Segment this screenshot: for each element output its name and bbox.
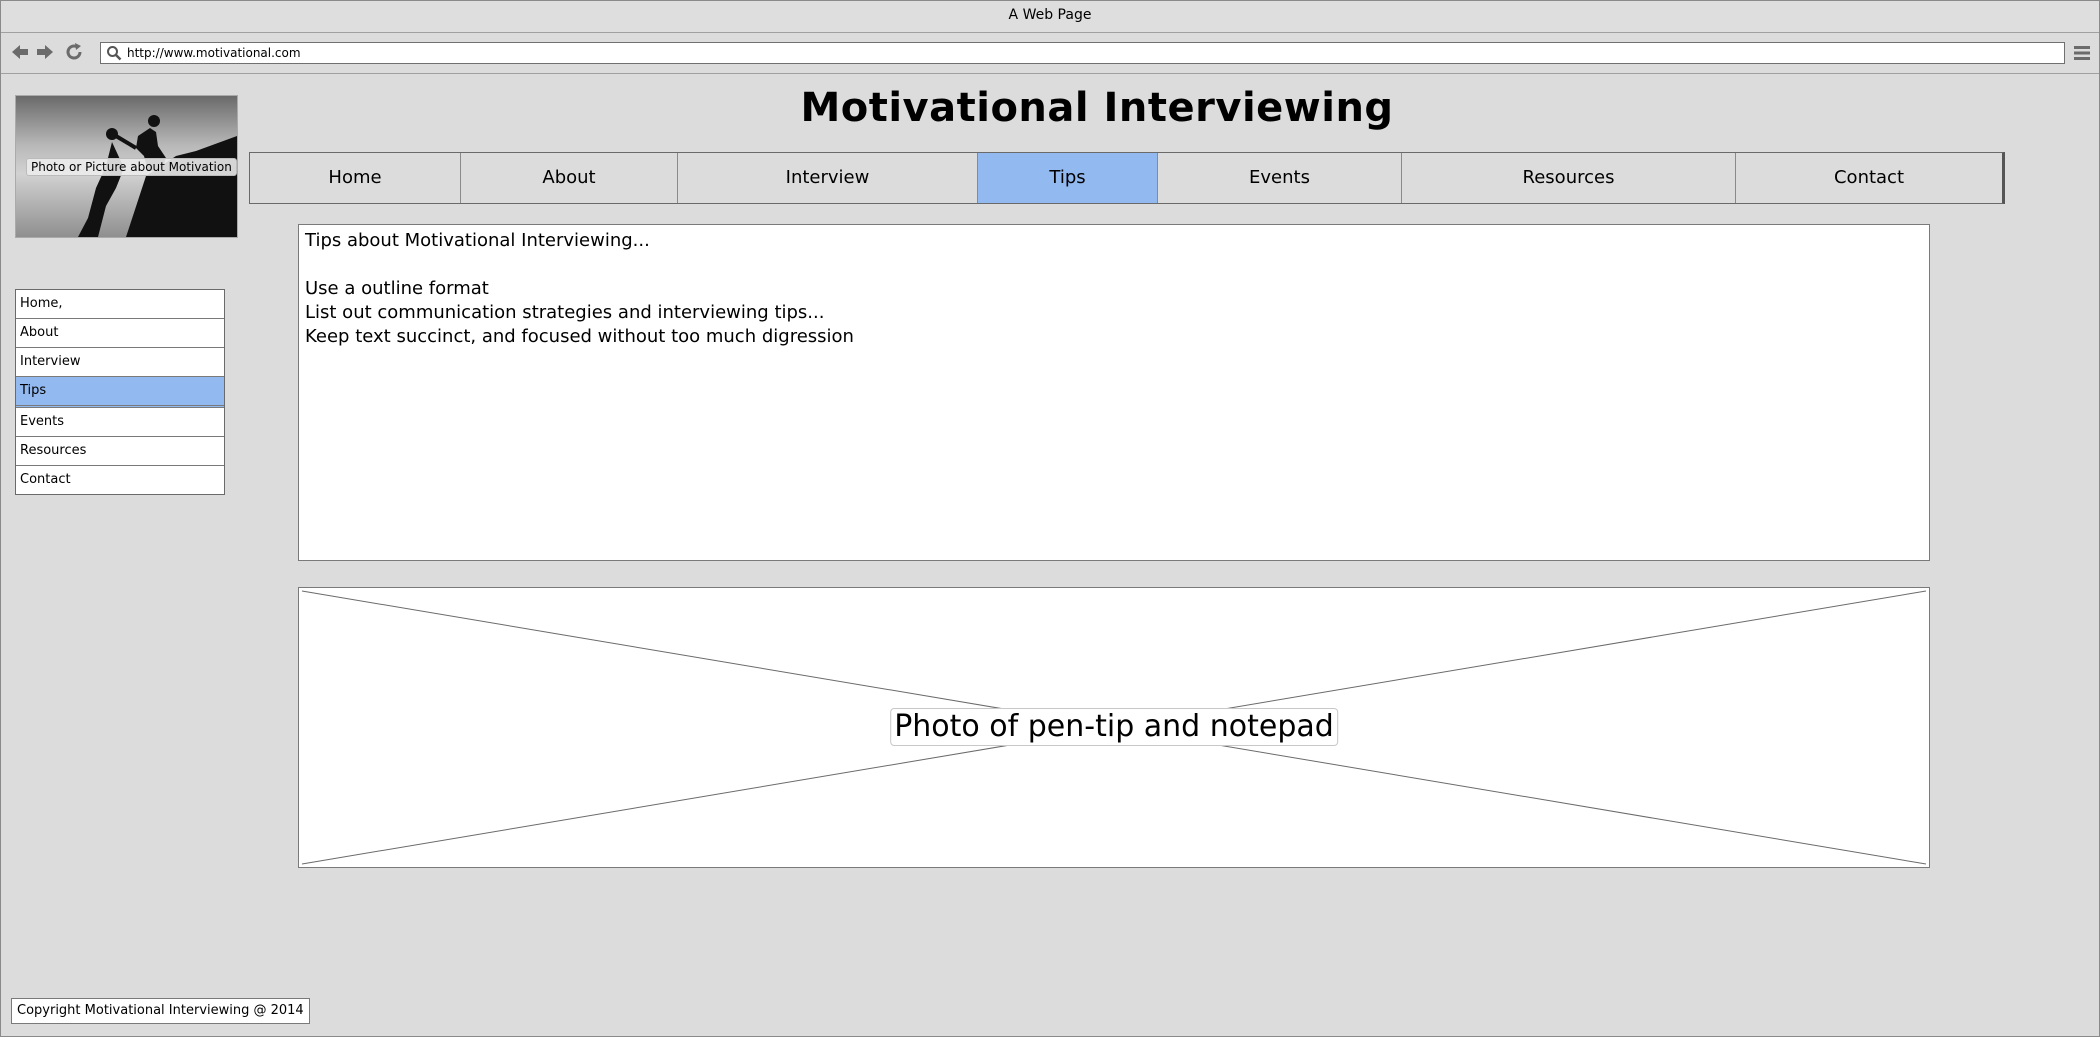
tab-resources[interactable]: Resources xyxy=(1402,153,1736,203)
browser-window: A Web Page http://www.motivational.com P… xyxy=(0,0,2100,1037)
browser-toolbar: http://www.motivational.com xyxy=(1,33,2099,74)
image-placeholder: Photo of pen-tip and notepad xyxy=(298,587,1930,868)
image-placeholder-caption: Photo of pen-tip and notepad xyxy=(890,708,1338,746)
tab-home[interactable]: Home xyxy=(250,153,461,203)
window-title: A Web Page xyxy=(1008,7,1092,23)
content-line: List out communication strategies and in… xyxy=(305,302,825,323)
sidebar-item-about[interactable]: About xyxy=(16,319,224,348)
tab-interview[interactable]: Interview xyxy=(678,153,978,203)
logo-image: Photo or Picture about Motivation xyxy=(15,95,238,238)
hamburger-menu-icon[interactable] xyxy=(2073,44,2091,62)
forward-arrow-icon[interactable] xyxy=(34,41,56,63)
top-navigation: Home About Interview Tips Events Resourc… xyxy=(249,152,2005,204)
content-heading: Tips about Motivational Interviewing... xyxy=(305,230,650,251)
tab-about[interactable]: About xyxy=(461,153,678,203)
logo-caption: Photo or Picture about Motivation xyxy=(26,158,237,176)
search-icon xyxy=(107,46,122,61)
sidebar-item-interview[interactable]: Interview xyxy=(16,348,224,377)
reload-icon[interactable] xyxy=(63,41,85,63)
content-line: Keep text succinct, and focused without … xyxy=(305,326,854,347)
sidebar-item-events[interactable]: Events xyxy=(16,408,224,437)
tab-events[interactable]: Events xyxy=(1158,153,1402,203)
tips-content-panel: Tips about Motivational Interviewing... … xyxy=(298,224,1930,561)
content-line: Use a outline format xyxy=(305,278,489,299)
sidebar-item-home[interactable]: Home, xyxy=(16,290,224,319)
page-title: Motivational Interviewing xyxy=(800,85,1394,131)
address-url: http://www.motivational.com xyxy=(127,46,301,60)
sidebar-item-resources[interactable]: Resources xyxy=(16,437,224,466)
sidebar-item-tips[interactable]: Tips xyxy=(16,377,224,408)
address-bar[interactable]: http://www.motivational.com xyxy=(100,42,2065,64)
window-titlebar: A Web Page xyxy=(1,1,2099,33)
tab-tips[interactable]: Tips xyxy=(978,153,1158,203)
side-navigation: Home, About Interview Tips Events Resour… xyxy=(15,289,225,495)
sidebar-item-contact[interactable]: Contact xyxy=(16,466,224,494)
tab-contact[interactable]: Contact xyxy=(1736,153,2002,203)
footer-copyright: Copyright Motivational Interviewing @ 20… xyxy=(11,998,310,1024)
back-arrow-icon[interactable] xyxy=(9,41,31,63)
